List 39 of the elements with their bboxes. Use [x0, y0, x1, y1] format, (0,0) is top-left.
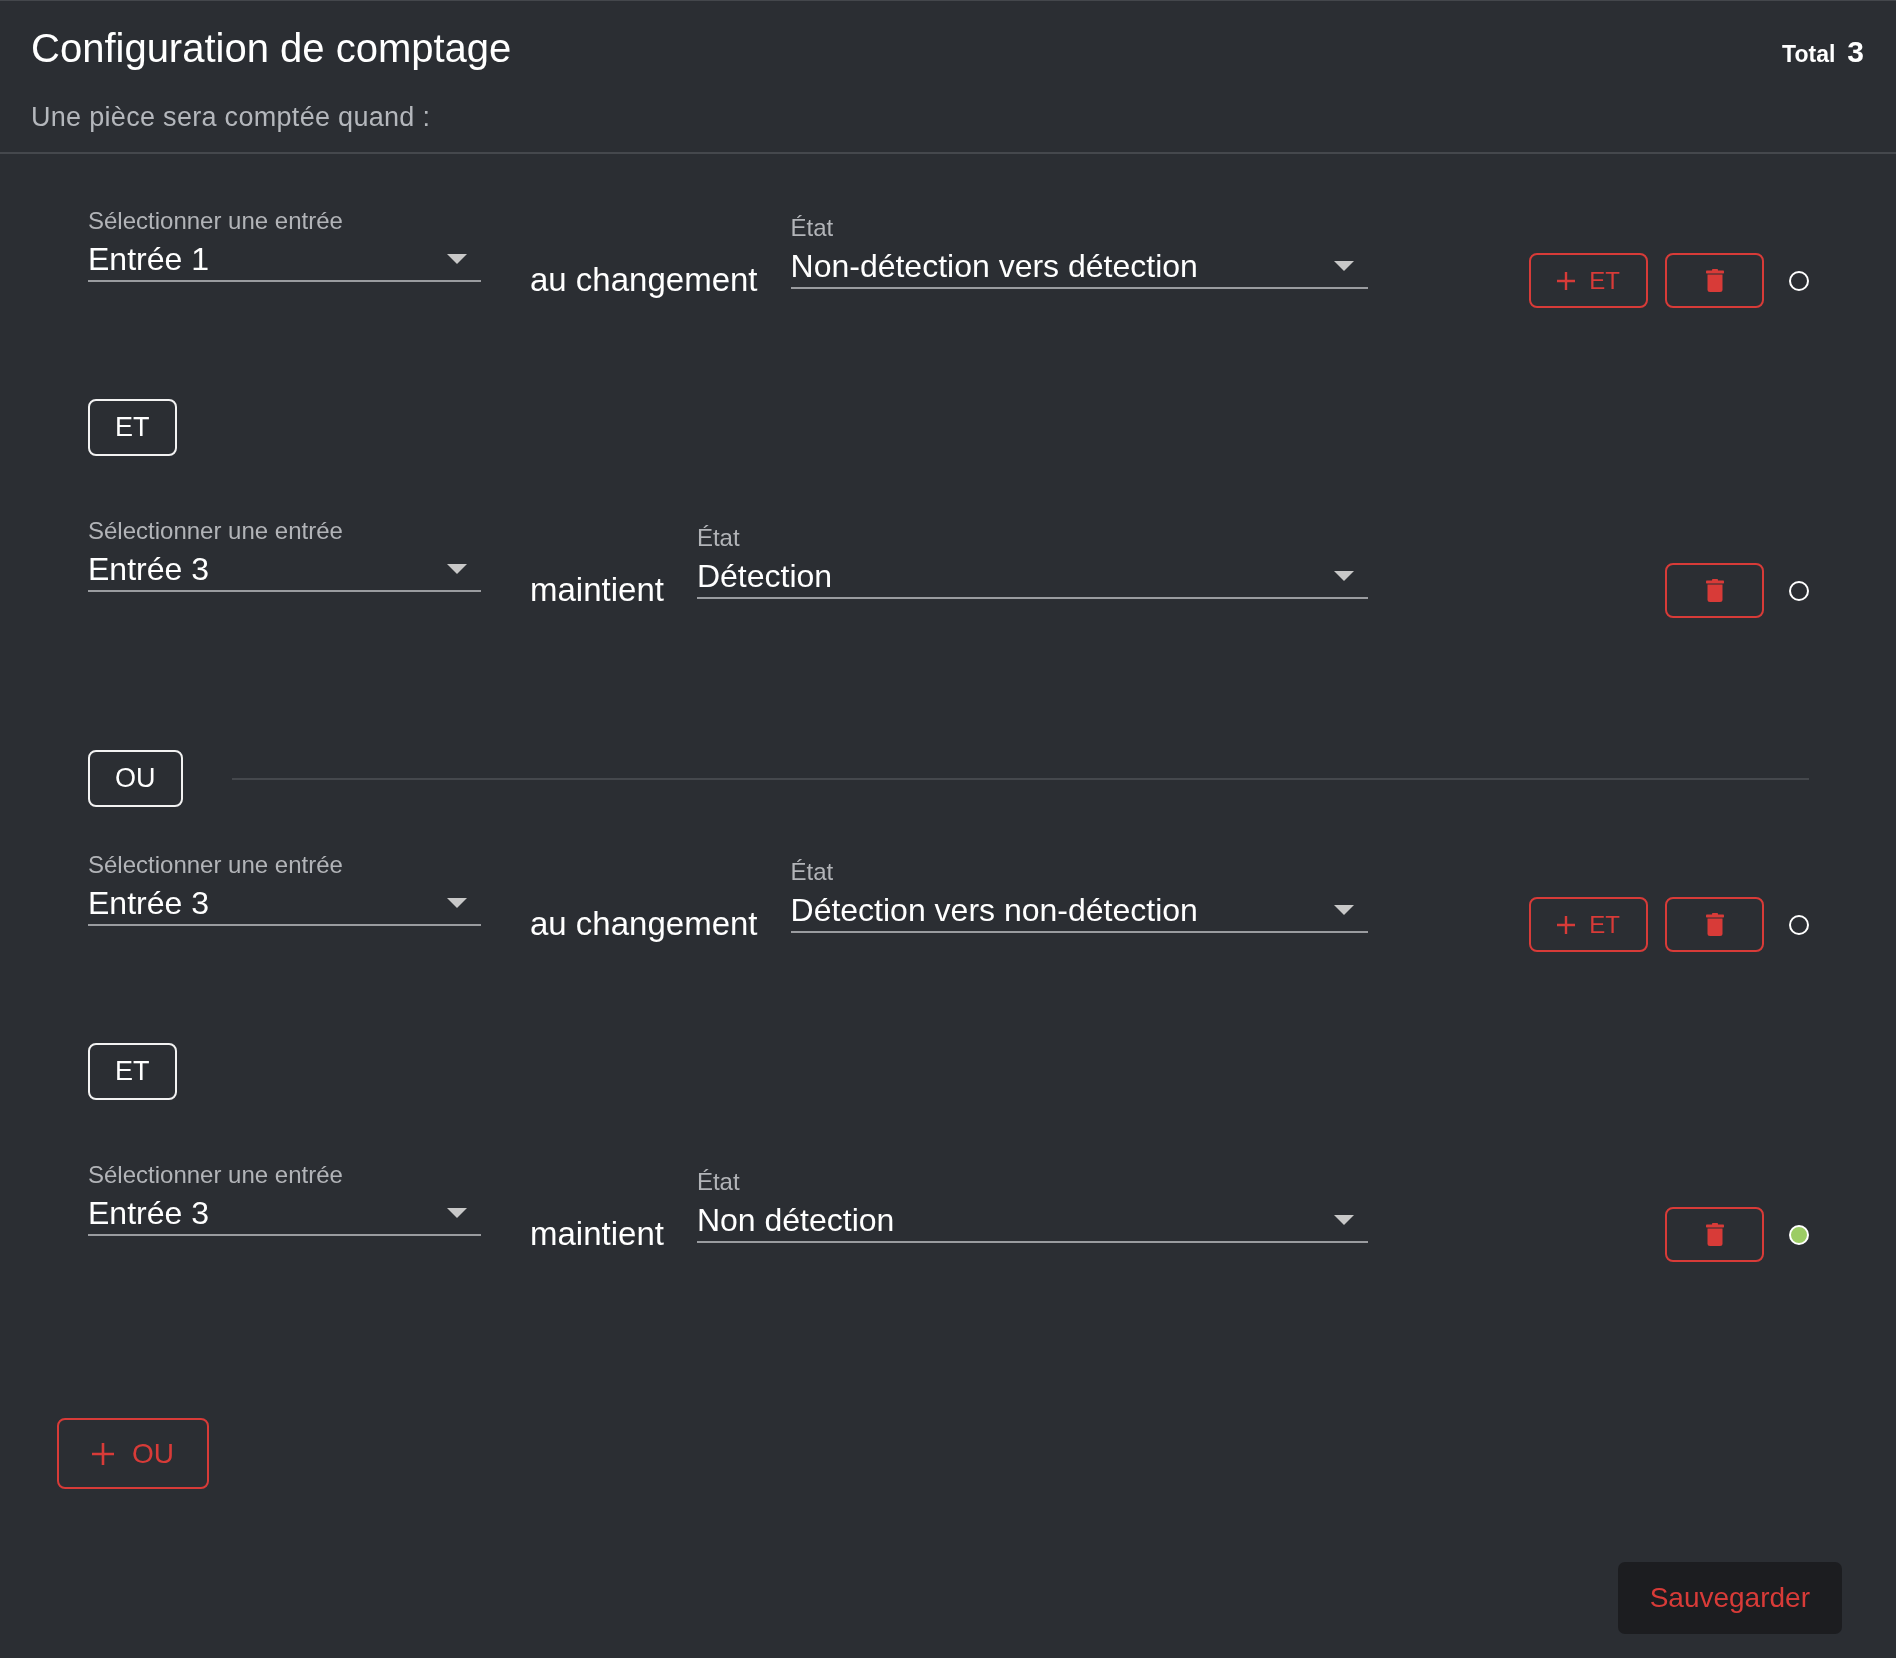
caret-icon [1334, 261, 1354, 271]
caret-icon [1334, 1215, 1354, 1225]
trash-icon [1705, 1223, 1724, 1246]
state-select[interactable]: État Détection [696, 525, 1368, 599]
plus-icon [1557, 271, 1576, 290]
caret-icon [447, 898, 467, 908]
subtitle-text: Une pièce sera comptée quand : [31, 101, 432, 134]
trash-icon [1705, 913, 1724, 936]
delete-button[interactable] [1665, 253, 1764, 308]
caret-icon [1334, 905, 1354, 915]
condition-verb: maintient [530, 1215, 664, 1253]
input-select[interactable]: Sélectionner une entrée Entrée 3 [88, 1162, 481, 1236]
state-select[interactable]: État Détection vers non-détection [790, 859, 1368, 933]
or-operator-tag: OU [88, 750, 183, 807]
input-select[interactable]: Sélectionner une entrée Entrée 3 [88, 852, 481, 926]
condition-verb: au changement [530, 261, 758, 299]
total-label: Total [1782, 41, 1836, 68]
caret-icon [1334, 571, 1354, 581]
input-select[interactable]: Sélectionner une entrée Entrée 1 [88, 208, 481, 282]
caret-icon [447, 1208, 467, 1218]
total-count: 3 [1847, 35, 1864, 69]
and-operator-tag: ET [88, 1043, 177, 1100]
and-operator-tag: ET [88, 399, 177, 456]
input-select[interactable]: Sélectionner une entrée Entrée 3 [88, 518, 481, 592]
condition-verb: au changement [530, 905, 758, 943]
trash-icon [1705, 269, 1724, 292]
caret-icon [447, 564, 467, 574]
trash-icon [1705, 579, 1724, 602]
page-title: Configuration de comptage [31, 25, 512, 72]
delete-button[interactable] [1665, 563, 1764, 618]
delete-button[interactable] [1665, 1207, 1764, 1262]
condition-verb: maintient [530, 571, 664, 609]
plus-icon [1557, 915, 1576, 934]
state-select[interactable]: État Non-détection vers détection [790, 215, 1368, 289]
state-select[interactable]: État Non détection [696, 1169, 1368, 1243]
caret-icon [447, 254, 467, 264]
plus-icon [92, 1442, 114, 1465]
delete-button[interactable] [1665, 897, 1764, 952]
save-button[interactable]: Sauvegarder [1617, 1562, 1842, 1634]
